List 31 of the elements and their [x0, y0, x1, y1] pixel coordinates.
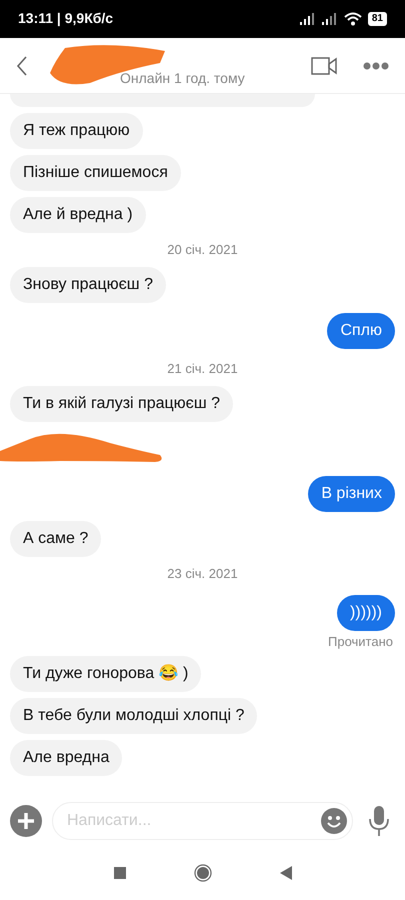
online-status: Онлайн 1 год. тому — [120, 70, 245, 86]
date-divider: 23 січ. 2021 — [167, 565, 238, 584]
more-icon[interactable] — [363, 62, 389, 70]
emoji-icon[interactable] — [321, 808, 347, 834]
back-nav-icon[interactable] — [280, 866, 292, 880]
message-bubble: )))))) — [337, 595, 395, 632]
message-bubble: Я теж працюю — [10, 113, 143, 150]
message-bubble: Але вредна — [10, 740, 122, 776]
message-bubble: В тебе були молодші хлопці ? — [10, 698, 258, 734]
signal-icon — [322, 12, 338, 25]
message-bubble: Пізніше спишемося — [10, 155, 181, 192]
message-bubble: Але й вредна ) — [10, 197, 146, 234]
signal-icon — [300, 12, 316, 25]
back-icon[interactable] — [16, 56, 28, 76]
microphone-icon[interactable] — [369, 806, 389, 836]
date-divider: 20 січ. 2021 — [167, 241, 238, 260]
status-time: 13:11 | 9,9Кб/с — [18, 9, 114, 28]
home-icon[interactable] — [194, 864, 212, 882]
message-bubble: Ти в якій галузі працюєш ? — [10, 386, 234, 422]
message-bubble: Сплю — [327, 313, 395, 350]
message-bubble: Знову працюєш ? — [10, 267, 166, 304]
message-bubble: В різних — [308, 476, 395, 512]
read-receipt: Прочитано — [328, 634, 393, 650]
plus-icon[interactable] — [10, 805, 42, 838]
recent-apps-icon[interactable] — [114, 866, 126, 879]
message-bubble: Ти дуже гонорова 😂 ) — [10, 656, 202, 692]
date-divider: 21 січ. 2021 — [167, 360, 238, 378]
message-bubble: А саме ? — [10, 521, 102, 558]
video-camera-icon[interactable] — [311, 56, 337, 76]
wifi-icon — [344, 12, 362, 26]
battery-level: 81 — [368, 12, 387, 26]
